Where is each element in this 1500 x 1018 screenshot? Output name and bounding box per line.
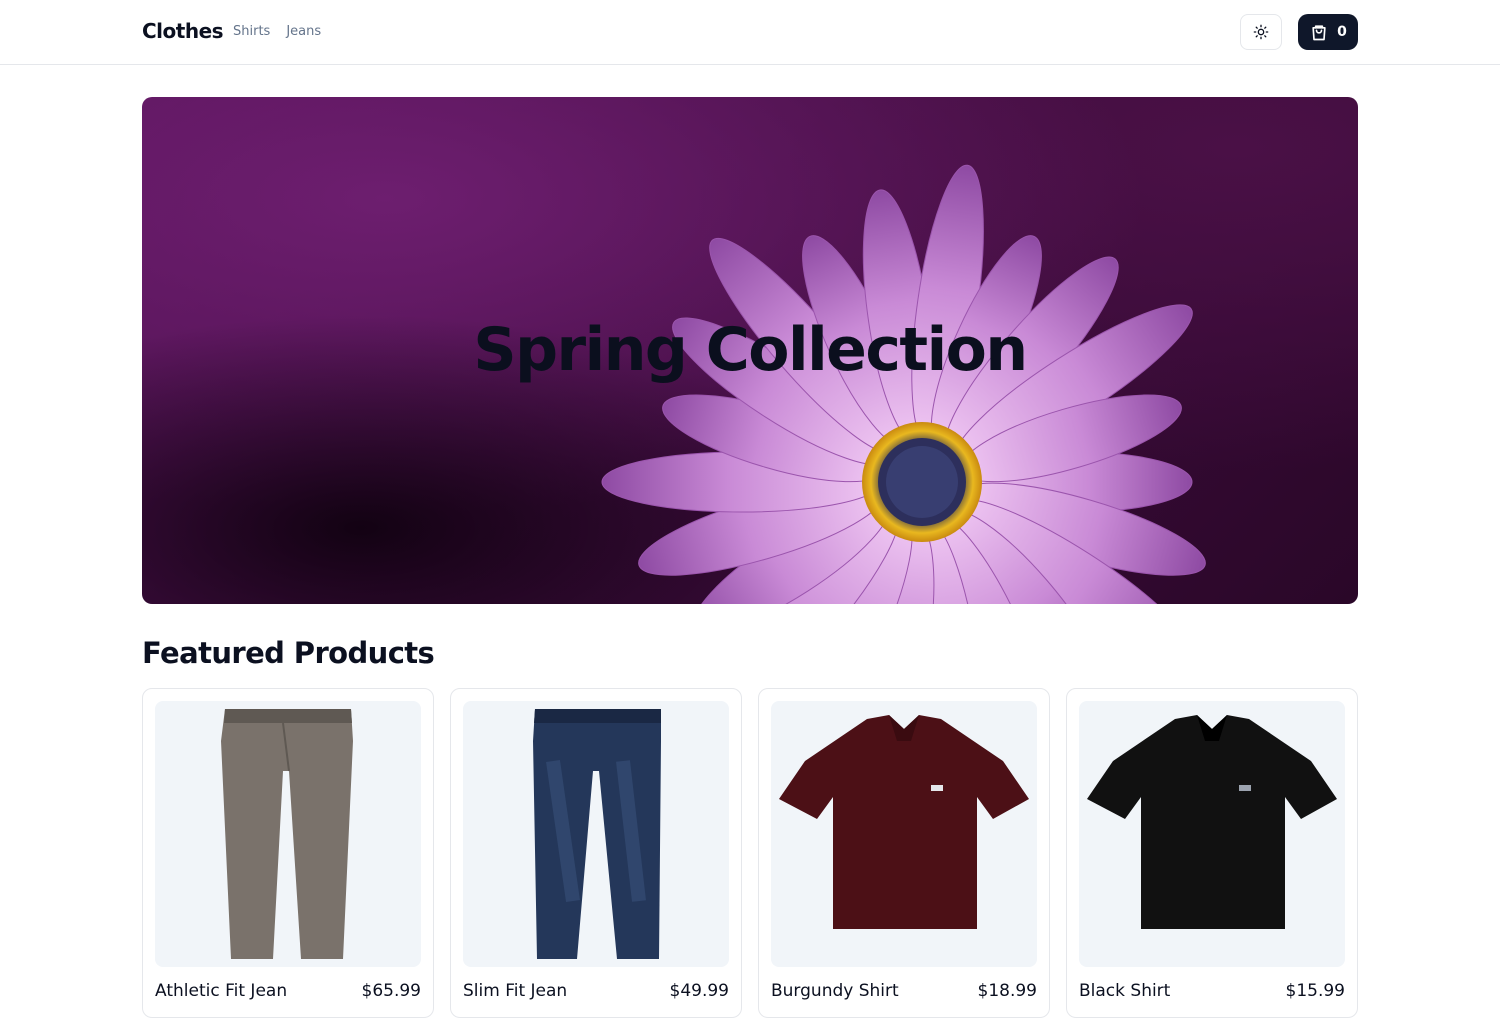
product-card-athletic-fit-jean[interactable]: Athletic Fit Jean $65.99 [142,688,434,1018]
sun-icon [1253,24,1269,40]
product-name[interactable]: Burgundy Shirt [771,981,899,1001]
shopping-bag-icon [1312,25,1326,41]
nav-link-jeans[interactable]: Jeans [286,24,321,39]
hero-banner[interactable]: Spring Collection [142,97,1358,604]
burgundy-polo-shirt-icon [779,715,1029,929]
product-name[interactable]: Slim Fit Jean [463,981,567,1001]
product-image[interactable] [463,701,729,967]
product-name[interactable]: Black Shirt [1079,981,1170,1001]
site-header: Clothes Shirts Jeans 0 [0,0,1500,65]
product-price: $15.99 [1285,981,1345,1001]
hero-title: Spring Collection [473,315,1028,385]
cart-button[interactable]: 0 [1298,14,1358,50]
featured-products-title: Featured Products [142,636,435,670]
product-price: $49.99 [669,981,729,1001]
product-card-black-shirt[interactable]: Black Shirt $15.99 [1066,688,1358,1018]
black-polo-shirt-icon [1087,715,1337,929]
product-card-slim-fit-jean[interactable]: Slim Fit Jean $49.99 [450,688,742,1018]
product-image[interactable] [771,701,1037,967]
gray-jeans-icon [221,709,353,959]
theme-toggle-button[interactable] [1240,14,1282,50]
brand-logo[interactable]: Clothes [142,19,224,43]
main-nav: Shirts Jeans [233,24,321,39]
product-image[interactable] [155,701,421,967]
cart-count-badge: 0 [1337,24,1347,40]
product-price: $65.99 [361,981,421,1001]
product-price: $18.99 [977,981,1037,1001]
product-card-burgundy-shirt[interactable]: Burgundy Shirt $18.99 [758,688,1050,1018]
nav-link-shirts[interactable]: Shirts [233,24,270,39]
blue-jeans-icon [533,709,661,959]
product-name[interactable]: Athletic Fit Jean [155,981,287,1001]
product-image[interactable] [1079,701,1345,967]
